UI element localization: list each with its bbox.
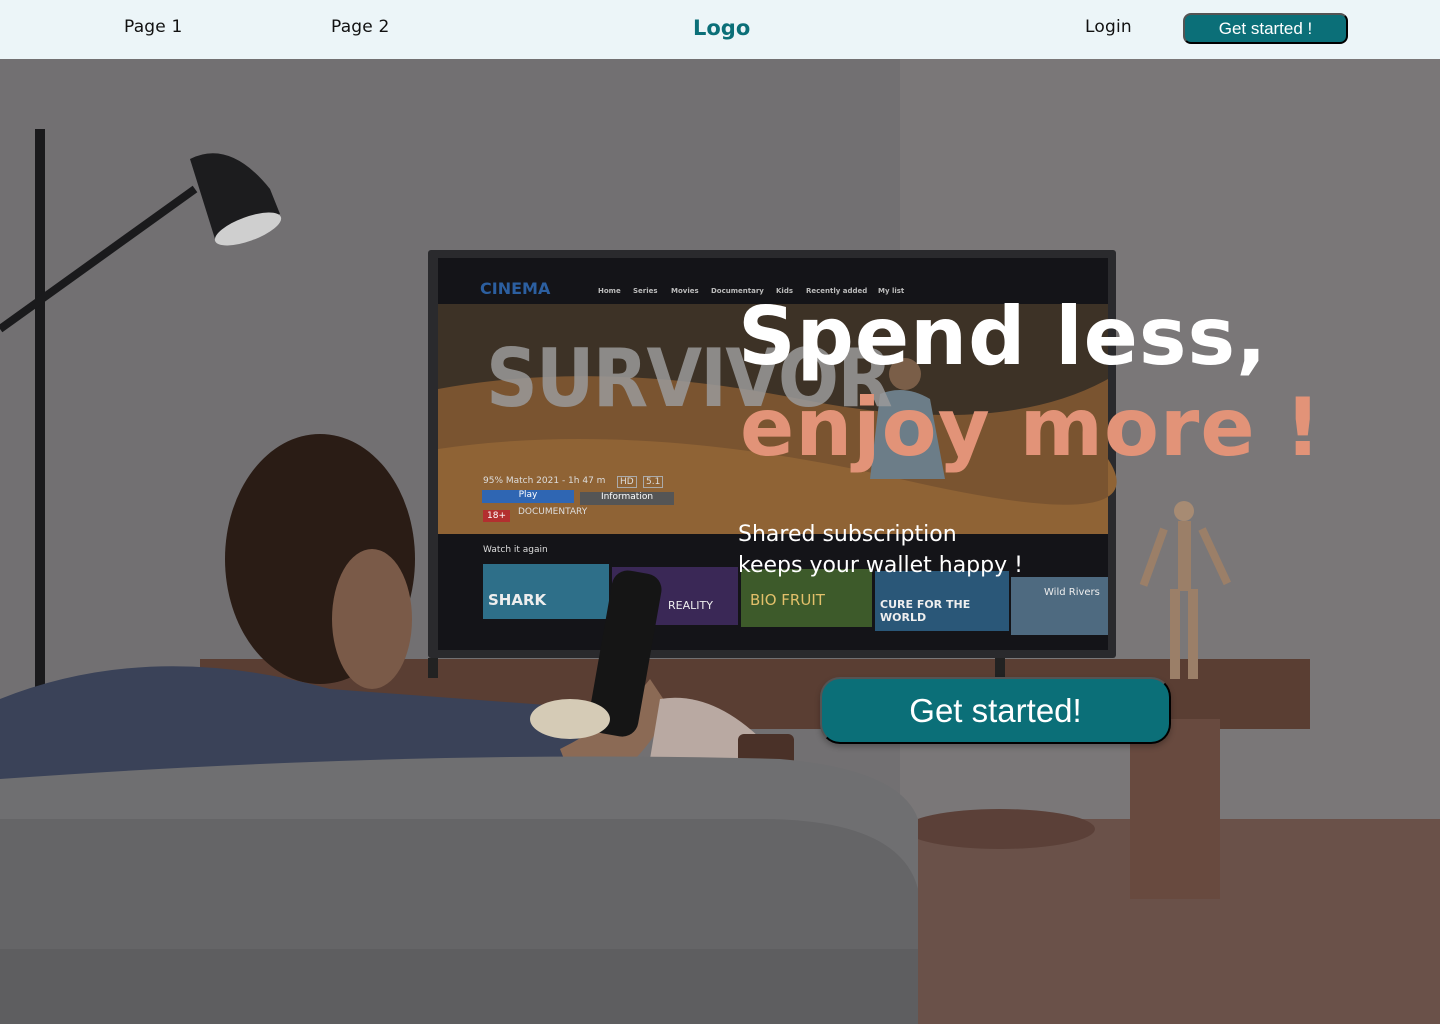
top-navbar: Page 1 Page 2 Logo Login Get started !	[0, 0, 1440, 59]
tv-play-button: Play	[482, 490, 574, 503]
tv-row-title: Watch it again	[483, 545, 548, 555]
hero-subtitle-line1: Shared subscription	[738, 522, 957, 547]
tv-menu-item: Movies	[671, 287, 699, 295]
tv-thumbnail-label: BIO FRUIT	[750, 591, 825, 609]
tv-genre: DOCUMENTARY	[518, 507, 588, 517]
hero-section: CINEMA Home Series Movies Documentary Ki…	[0, 59, 1440, 1024]
get-started-hero-button[interactable]: Get started!	[820, 677, 1171, 744]
logo[interactable]: Logo	[693, 16, 750, 40]
tv-menu-item: Series	[633, 287, 658, 295]
hero-headline-line2: enjoy more !	[740, 381, 1322, 474]
tv-rating-badge: 18+	[483, 510, 510, 522]
tv-info-button: Information	[580, 492, 674, 505]
hero-headline-line1: Spend less,	[738, 290, 1268, 383]
get-started-nav-button[interactable]: Get started !	[1183, 13, 1348, 44]
tv-meta: 95% Match 2021 - 1h 47 m	[483, 476, 606, 486]
hero-subtitle-line2: keeps your wallet happy !	[738, 553, 1023, 578]
hero-subtitle: Shared subscription keeps your wallet ha…	[738, 519, 1023, 581]
login-link[interactable]: Login	[1085, 17, 1132, 37]
tv-thumbnail-label: Wild Rivers	[1044, 587, 1100, 598]
nav-link-page1[interactable]: Page 1	[124, 17, 183, 37]
tv-brand-label: CINEMA	[480, 279, 551, 298]
tv-badge-51: 5.1	[643, 476, 664, 488]
tv-menu-item: Home	[598, 287, 621, 295]
hero-background-image	[0, 59, 1440, 1024]
tv-thumbnail-label: SHARK	[488, 591, 547, 609]
tv-badge-hd: HD	[617, 476, 637, 488]
tv-thumbnail-label: CURE FOR THE WORLD	[880, 598, 971, 624]
nav-link-page2[interactable]: Page 2	[331, 17, 390, 37]
tv-thumbnail-label: REALITY	[668, 599, 713, 612]
